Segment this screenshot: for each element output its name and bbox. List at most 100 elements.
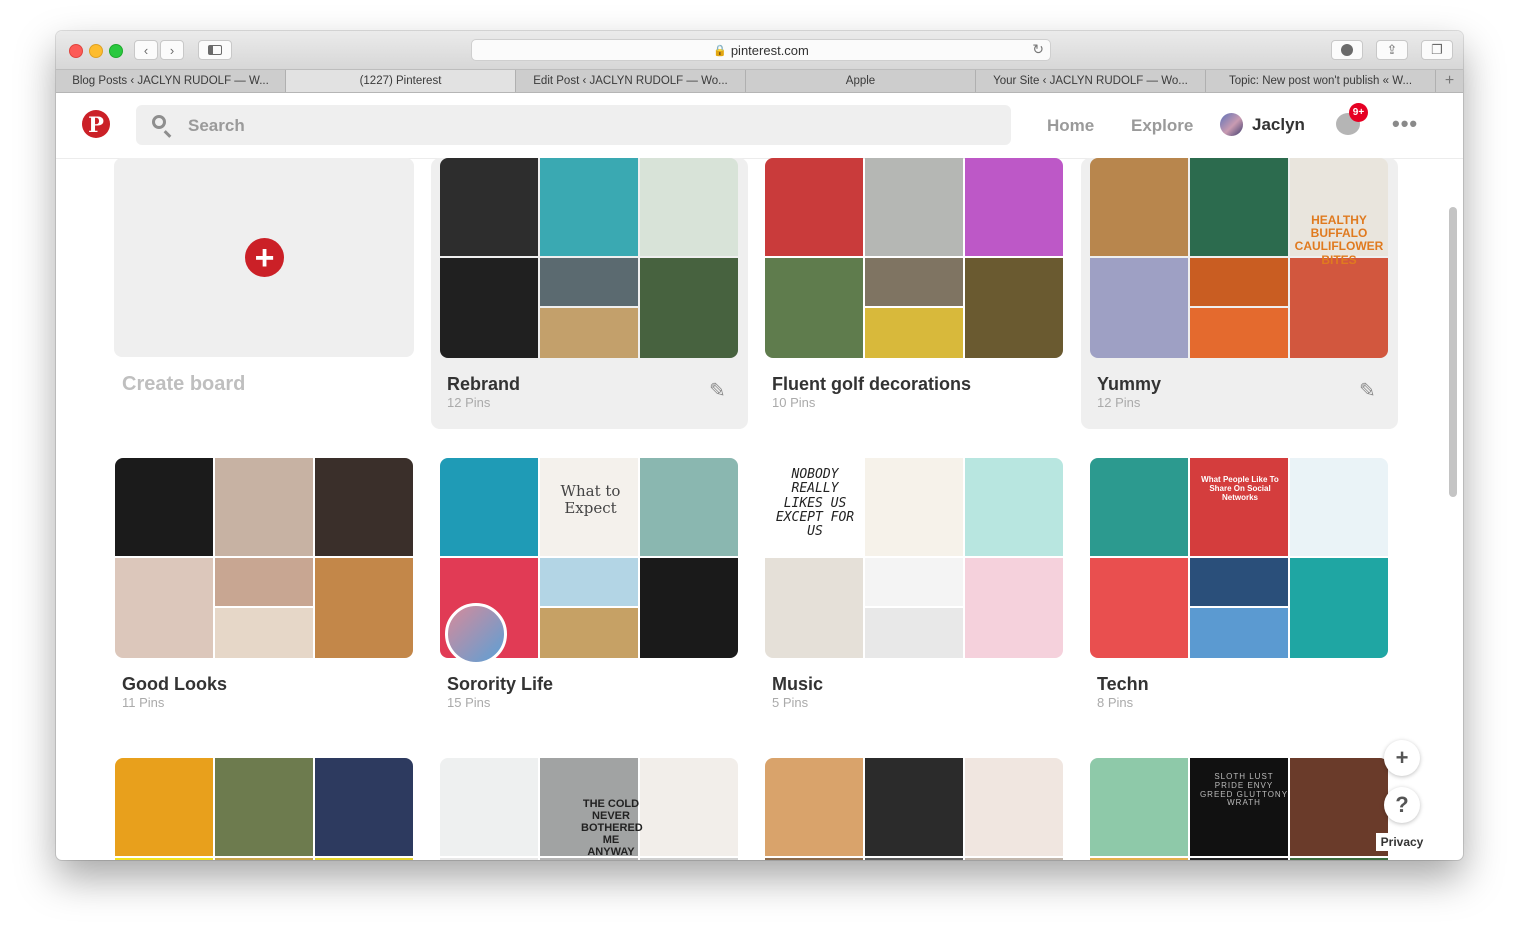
board-card-row3-3[interactable] (756, 758, 1073, 860)
board-title: Techn (1097, 674, 1149, 694)
board-card-fluent-golf[interactable]: Fluent golf decorations 10 Pins (756, 158, 1073, 429)
tab-edit-post[interactable]: Edit Post ‹ JACLYN RUDOLF — Wo... (516, 70, 746, 92)
nav-explore-link[interactable]: Explore (1131, 116, 1193, 136)
board-card-row3-4[interactable]: SLOTH LUST PRIDE ENVY GREED GLUTTONY WRA… (1081, 758, 1398, 860)
lock-icon: 🔒 (713, 44, 727, 57)
privacy-link[interactable]: Privacy (1376, 833, 1428, 851)
create-board-label[interactable]: Create board (122, 373, 245, 396)
board-cover-image (1190, 558, 1288, 606)
board-cover-image (965, 158, 1063, 256)
board-cover-image (1190, 158, 1288, 256)
board-cover-image (765, 258, 863, 358)
board-pin-count: 15 Pins (447, 695, 491, 710)
board-cover-image (115, 458, 213, 556)
board-cover-image (865, 758, 963, 856)
board-cover-mosaic (440, 158, 738, 358)
board-cover-image (540, 558, 638, 606)
more-options-icon[interactable]: ••• (1392, 111, 1418, 137)
board-pin-count: 12 Pins (1097, 395, 1141, 410)
board-cover-image (440, 758, 538, 856)
board-card-row3-1[interactable] (106, 758, 423, 860)
board-cover-image (965, 458, 1063, 556)
nav-home-link[interactable]: Home (1047, 116, 1094, 136)
tab-topic[interactable]: Topic: New post won't publish « W... (1206, 70, 1436, 92)
board-cover-image (1090, 158, 1188, 256)
pin-caption: SLOTH LUST PRIDE ENVY GREED GLUTTONY WRA… (1199, 772, 1289, 808)
board-cover-image (765, 758, 863, 856)
board-cover-image (1290, 558, 1388, 658)
board-title: Good Looks (122, 674, 227, 694)
board-card-row3-2[interactable]: THE COLD NEVER BOTHERED ME ANYWAY (431, 758, 748, 860)
board-card-rebrand[interactable]: Rebrand 12 Pins ✎ (431, 158, 748, 429)
create-board-card[interactable]: + (114, 158, 414, 357)
board-cover-image (865, 608, 963, 658)
board-cover-image (215, 558, 313, 606)
profile-link[interactable]: Jaclyn (1252, 115, 1305, 135)
pinterest-logo[interactable]: P (82, 110, 110, 138)
tab-apple[interactable]: Apple (746, 70, 976, 92)
downloads-button[interactable] (1331, 40, 1363, 60)
board-cover-image (540, 258, 638, 306)
search-input[interactable]: Search (136, 105, 1011, 145)
board-card-music[interactable]: NOBODY REALLY LIKES US EXCEPT FOR US Mus… (756, 458, 1073, 718)
board-cover-image (640, 258, 738, 358)
board-cover-image (965, 558, 1063, 658)
board-cover-mosaic (115, 458, 413, 658)
board-card-techn[interactable]: What People Like To Share On Social Netw… (1081, 458, 1398, 718)
board-card-sorority-life[interactable]: What to Expect Sorority Life 15 Pins (431, 458, 748, 718)
add-pin-button[interactable]: + (1384, 740, 1420, 776)
board-cover-image (1290, 858, 1388, 860)
minimize-window-button[interactable] (89, 44, 103, 58)
scrollbar[interactable] (1449, 207, 1457, 497)
browser-window: ‹ › 🔒 pinterest.com ↻ ⇪ ❐ Blog Posts ‹ J… (56, 31, 1463, 860)
close-window-button[interactable] (69, 44, 83, 58)
board-cover-mosaic (765, 758, 1063, 860)
board-cover-image (640, 158, 738, 256)
board-cover-image (540, 308, 638, 358)
board-title: Fluent golf decorations (772, 374, 972, 394)
help-button[interactable]: ? (1384, 787, 1420, 823)
board-cover-image (965, 758, 1063, 856)
search-icon (152, 115, 166, 129)
pin-caption: What to Expect (560, 482, 621, 517)
edit-pencil-icon[interactable]: ✎ (1359, 378, 1376, 403)
board-cover-image (440, 858, 538, 860)
tab-your-site[interactable]: Your Site ‹ JACLYN RUDOLF — Wo... (976, 70, 1206, 92)
board-cover-image (640, 758, 738, 856)
add-board-icon[interactable]: + (245, 238, 284, 277)
board-cover-image (540, 158, 638, 256)
board-cover-image (440, 158, 538, 256)
board-pin-count: 11 Pins (122, 695, 165, 710)
board-cover-image (1290, 258, 1388, 358)
new-tab-button[interactable]: + (1436, 70, 1463, 92)
reload-icon[interactable]: ↻ (1032, 41, 1044, 58)
board-cover-image (865, 458, 963, 556)
board-cover-image (865, 558, 963, 606)
address-bar[interactable]: 🔒 pinterest.com ↻ (471, 39, 1051, 61)
share-button[interactable]: ⇪ (1376, 40, 1408, 60)
tab-blog-posts[interactable]: Blog Posts ‹ JACLYN RUDOLF — W... (56, 70, 286, 92)
board-cover-image (640, 858, 738, 860)
zoom-window-button[interactable] (109, 44, 123, 58)
tab-pinterest[interactable]: (1227) Pinterest (286, 70, 516, 92)
tab-bar: Blog Posts ‹ JACLYN RUDOLF — W... (1227)… (56, 69, 1463, 93)
board-card-yummy[interactable]: HEALTHY BUFFALO CAULIFLOWER BITES Yummy … (1081, 158, 1398, 429)
board-cover-image (115, 758, 213, 856)
board-cover-image (765, 858, 863, 860)
edit-pencil-icon[interactable]: ✎ (709, 378, 726, 403)
board-cover-image (1090, 758, 1188, 856)
board-cover-image (765, 558, 863, 658)
sidebar-button[interactable] (198, 40, 232, 60)
forward-button[interactable]: › (160, 40, 184, 60)
board-card-good-looks[interactable]: Good Looks 11 Pins (106, 458, 423, 718)
board-cover-image (115, 858, 213, 860)
board-title: Music (772, 674, 824, 694)
sidebar-icon (208, 45, 222, 55)
board-title: Rebrand (447, 374, 521, 394)
tabs-overview-button[interactable]: ❐ (1421, 40, 1453, 60)
back-button[interactable]: ‹ (134, 40, 158, 60)
board-cover-image (215, 458, 313, 556)
board-cover-image (765, 158, 863, 256)
avatar[interactable] (1220, 113, 1243, 136)
board-cover-image (215, 858, 313, 860)
